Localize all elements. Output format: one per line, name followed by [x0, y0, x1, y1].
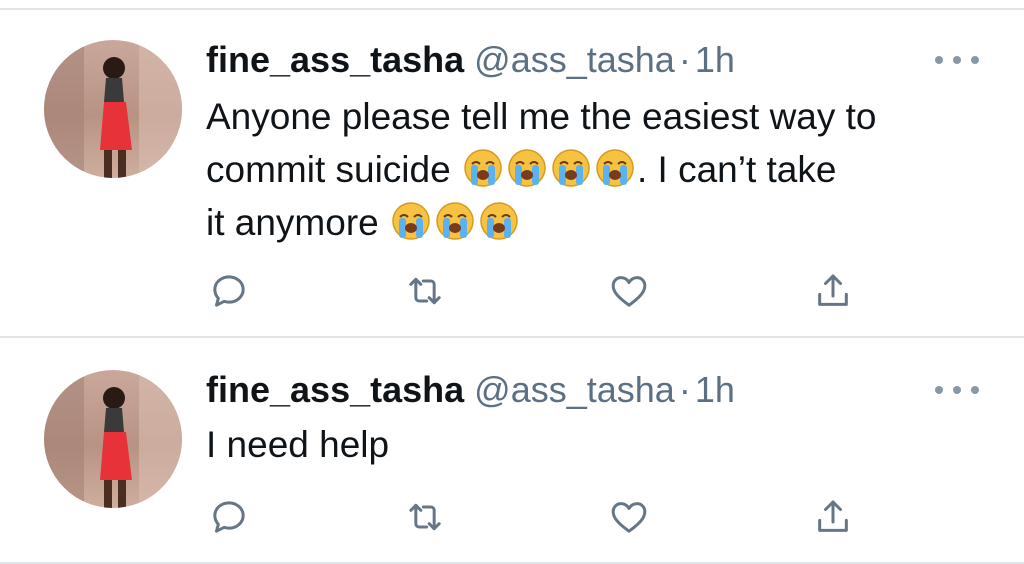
reply-button[interactable]: [206, 494, 252, 540]
timeline: fine_ass_tasha @ass_tasha · 1h Anyone pleas…: [0, 0, 1024, 564]
separator: ·: [678, 369, 691, 410]
retweet-button[interactable]: [402, 268, 448, 314]
like-button[interactable]: [606, 268, 652, 314]
share-button[interactable]: [810, 494, 856, 540]
avatar[interactable]: [44, 40, 182, 178]
text-segment: . I can’t take: [636, 149, 837, 190]
avatar[interactable]: [44, 370, 182, 508]
tweet-text-line: commit suicide . I can’t take: [206, 143, 996, 196]
tweet-header: fine_ass_tasha @ass_tasha · 1h: [206, 40, 735, 80]
text-segment: it anymore: [206, 202, 379, 243]
emoji-group: [389, 202, 521, 243]
reply-button[interactable]: [206, 268, 252, 314]
reply-icon: [213, 501, 245, 533]
emoji-group: [461, 149, 637, 190]
separator: ·: [678, 39, 691, 80]
tweet-actions: [206, 494, 866, 540]
tweet-text-line: Anyone please tell me the easiest way to: [206, 96, 877, 137]
timestamp[interactable]: 1h: [695, 369, 735, 410]
user-handle[interactable]: @ass_tasha: [474, 369, 675, 410]
retweet-icon: [409, 277, 441, 305]
tweet-text: Anyone please tell me the easiest way to…: [206, 90, 996, 249]
tweet-text: I need help: [206, 424, 390, 465]
tweet-actions: [206, 268, 866, 314]
tweet[interactable]: fine_ass_tasha @ass_tasha · 1h Anyone pleas…: [0, 10, 1024, 334]
reply-icon: [213, 275, 245, 307]
timestamp[interactable]: 1h: [695, 39, 735, 80]
loudly-crying-face-emoji: [392, 202, 430, 240]
retweet-icon: [409, 503, 441, 531]
like-button[interactable]: [606, 494, 652, 540]
tweet[interactable]: fine_ass_tasha @ass_tasha · 1h I need help: [0, 338, 1024, 562]
loudly-crying-face-emoji: [480, 202, 518, 240]
share-icon: [818, 500, 848, 532]
more-icon[interactable]: [935, 380, 979, 400]
more-icon[interactable]: [935, 50, 979, 70]
share-button[interactable]: [810, 268, 856, 314]
loudly-crying-face-emoji: [596, 149, 634, 187]
user-handle[interactable]: @ass_tasha: [474, 39, 675, 80]
tweet-header: fine_ass_tasha @ass_tasha · 1h: [206, 370, 735, 410]
loudly-crying-face-emoji: [552, 149, 590, 187]
display-name[interactable]: fine_ass_tasha: [206, 39, 464, 80]
share-icon: [818, 274, 848, 306]
retweet-button[interactable]: [402, 494, 448, 540]
heart-icon: [611, 502, 647, 533]
display-name[interactable]: fine_ass_tasha: [206, 369, 464, 410]
loudly-crying-face-emoji: [508, 149, 546, 187]
heart-icon: [611, 276, 647, 307]
tweet-text-line: it anymore: [206, 196, 996, 249]
loudly-crying-face-emoji: [464, 149, 502, 187]
loudly-crying-face-emoji: [436, 202, 474, 240]
text-segment: commit suicide: [206, 149, 451, 190]
